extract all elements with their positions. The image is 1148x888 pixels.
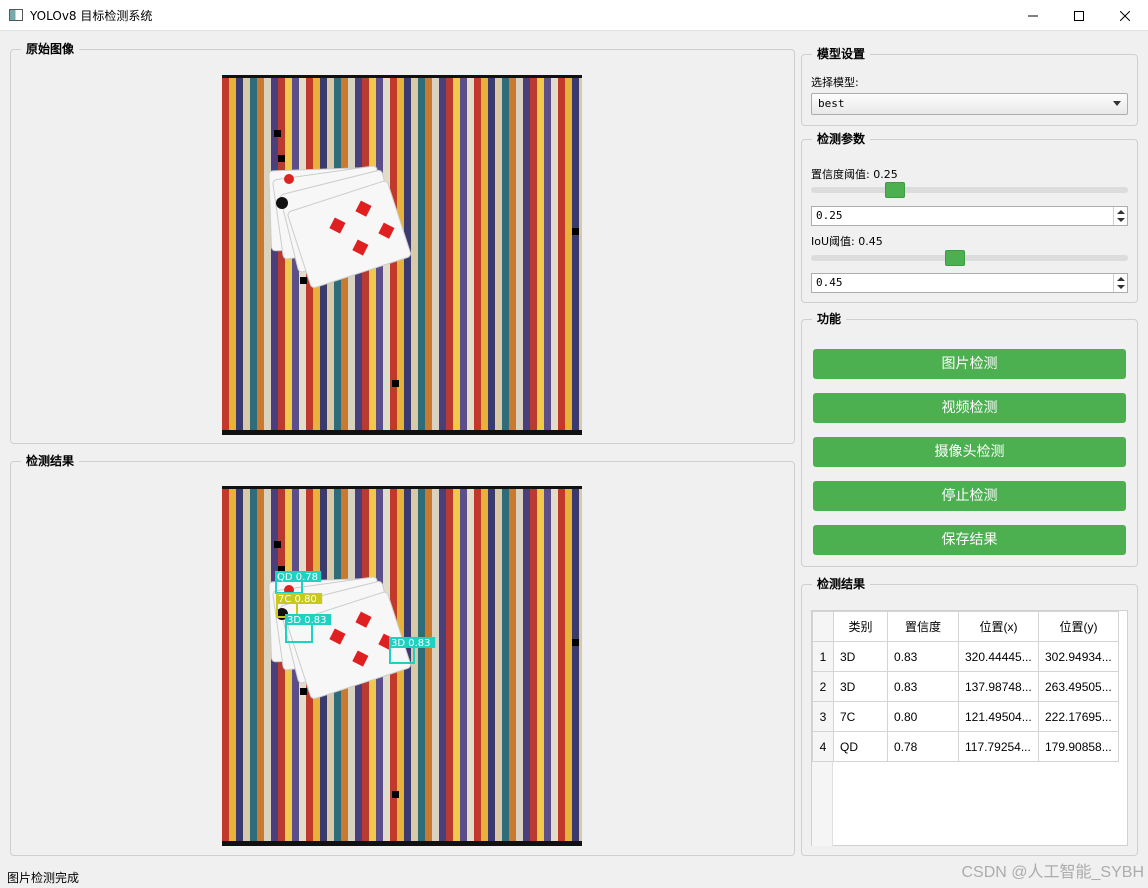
camera-detect-button[interactable]: 摄像头检测 bbox=[813, 437, 1126, 467]
result-image: QD 0.78 7C 0.80 3D 0.83 3D 0.83 bbox=[222, 486, 582, 846]
functions-title: 功能 bbox=[812, 311, 847, 327]
conf-spinbox-value: 0.25 bbox=[816, 209, 843, 222]
cell-class[interactable]: QD bbox=[833, 731, 888, 762]
row-index[interactable]: 4 bbox=[812, 731, 834, 762]
original-image-canvas bbox=[222, 75, 582, 435]
select-model-label: 选择模型: bbox=[811, 76, 859, 89]
detection-label: 3D 0.83 bbox=[287, 615, 327, 626]
iou-slider-handle[interactable] bbox=[945, 250, 965, 266]
cell-conf[interactable]: 0.78 bbox=[887, 731, 959, 762]
cell-x[interactable]: 121.49504... bbox=[958, 701, 1039, 732]
column-header-conf[interactable]: 置信度 bbox=[887, 611, 959, 642]
row-index[interactable]: 1 bbox=[812, 641, 834, 672]
iou-spinbox-buttons[interactable] bbox=[1113, 274, 1127, 292]
cell-y[interactable]: 302.94934... bbox=[1038, 641, 1119, 672]
cell-class[interactable]: 3D bbox=[833, 641, 888, 672]
stop-detect-button[interactable]: 停止检测 bbox=[813, 481, 1126, 511]
arrow-up-icon[interactable] bbox=[1117, 277, 1125, 281]
cell-conf[interactable]: 0.80 bbox=[887, 701, 959, 732]
close-icon bbox=[1120, 10, 1130, 21]
detection-label: 7C 0.80 bbox=[278, 594, 317, 605]
model-select[interactable]: best bbox=[811, 93, 1128, 115]
status-message: 图片检测完成 bbox=[7, 871, 80, 885]
detection-label: 3D 0.83 bbox=[391, 638, 431, 649]
table-row[interactable]: 4 QD 0.78 117.79254... 179.90858... bbox=[812, 731, 1119, 762]
iou-spinbox-value: 0.45 bbox=[816, 276, 843, 289]
watermark: CSDN @人工智能_SYBH bbox=[961, 864, 1145, 881]
table-row[interactable]: 2 3D 0.83 137.98748... 263.49505... bbox=[812, 671, 1119, 702]
cell-conf[interactable]: 0.83 bbox=[887, 641, 959, 672]
maximize-icon bbox=[1074, 10, 1084, 21]
cell-class[interactable]: 3D bbox=[833, 671, 888, 702]
cell-class[interactable]: 7C bbox=[833, 701, 888, 732]
video-detect-button[interactable]: 视频检测 bbox=[813, 393, 1126, 423]
chevron-down-icon bbox=[1113, 101, 1121, 106]
iou-slider-track[interactable] bbox=[811, 255, 1128, 261]
cell-y[interactable]: 263.49505... bbox=[1038, 671, 1119, 702]
column-header-y[interactable]: 位置(y) bbox=[1038, 611, 1119, 642]
column-header-x[interactable]: 位置(x) bbox=[958, 611, 1039, 642]
conf-spinbox[interactable]: 0.25 bbox=[811, 206, 1128, 226]
table-corner[interactable] bbox=[812, 611, 834, 642]
detection-params-title: 检测参数 bbox=[812, 131, 871, 147]
minimize-button[interactable] bbox=[1010, 0, 1056, 31]
image-detect-button[interactable]: 图片检测 bbox=[813, 349, 1126, 379]
model-select-value: best bbox=[818, 97, 845, 110]
cell-x[interactable]: 320.44445... bbox=[958, 641, 1039, 672]
iou-spinbox[interactable]: 0.45 bbox=[811, 273, 1128, 293]
table-header-row: 类别 置信度 位置(x) 位置(y) bbox=[812, 611, 1119, 642]
original-image-title: 原始图像 bbox=[21, 41, 80, 57]
cell-conf[interactable]: 0.83 bbox=[887, 671, 959, 702]
save-result-button[interactable]: 保存结果 bbox=[813, 525, 1126, 555]
window-title: YOLOv8 目标检测系统 bbox=[30, 8, 153, 23]
table-row[interactable]: 3 7C 0.80 121.49504... 222.17695... bbox=[812, 701, 1119, 732]
app-icon bbox=[9, 9, 23, 21]
results-table-grid: 类别 置信度 位置(x) 位置(y) 1 3D 0.83 320.44445..… bbox=[812, 611, 1119, 762]
maximize-button[interactable] bbox=[1056, 0, 1102, 31]
row-index[interactable]: 2 bbox=[812, 671, 834, 702]
title-bar: YOLOv8 目标检测系统 bbox=[0, 0, 1148, 31]
cell-y[interactable]: 179.90858... bbox=[1038, 731, 1119, 762]
table-row[interactable]: 1 3D 0.83 320.44445... 302.94934... bbox=[812, 641, 1119, 672]
iou-threshold-label: IoU阈值: 0.45 bbox=[811, 235, 883, 248]
model-settings-title: 模型设置 bbox=[812, 46, 871, 62]
arrow-down-icon[interactable] bbox=[1117, 285, 1125, 289]
row-index[interactable]: 3 bbox=[812, 701, 834, 732]
results-table[interactable]: 类别 置信度 位置(x) 位置(y) 1 3D 0.83 320.44445..… bbox=[811, 610, 1128, 846]
conf-slider-track[interactable] bbox=[811, 187, 1128, 193]
arrow-down-icon[interactable] bbox=[1117, 218, 1125, 222]
result-image-title: 检测结果 bbox=[21, 453, 80, 469]
model-settings-group: 模型设置 bbox=[801, 46, 1138, 126]
close-button[interactable] bbox=[1102, 0, 1148, 31]
results-title: 检测结果 bbox=[812, 576, 871, 592]
detection-label: QD 0.78 bbox=[277, 572, 318, 583]
result-image-canvas: QD 0.78 7C 0.80 3D 0.83 3D 0.83 bbox=[222, 486, 582, 846]
window-controls bbox=[1010, 0, 1148, 31]
cell-x[interactable]: 137.98748... bbox=[958, 671, 1039, 702]
arrow-up-icon[interactable] bbox=[1117, 210, 1125, 214]
table-row-header-gutter bbox=[812, 762, 833, 846]
original-image bbox=[222, 75, 582, 435]
minimize-icon bbox=[1028, 15, 1038, 16]
cell-y[interactable]: 222.17695... bbox=[1038, 701, 1119, 732]
conf-slider-handle[interactable] bbox=[885, 182, 905, 198]
cell-x[interactable]: 117.79254... bbox=[958, 731, 1039, 762]
conf-threshold-label: 置信度阈值: 0.25 bbox=[811, 168, 898, 181]
column-header-class[interactable]: 类别 bbox=[833, 611, 888, 642]
conf-spinbox-buttons[interactable] bbox=[1113, 207, 1127, 225]
